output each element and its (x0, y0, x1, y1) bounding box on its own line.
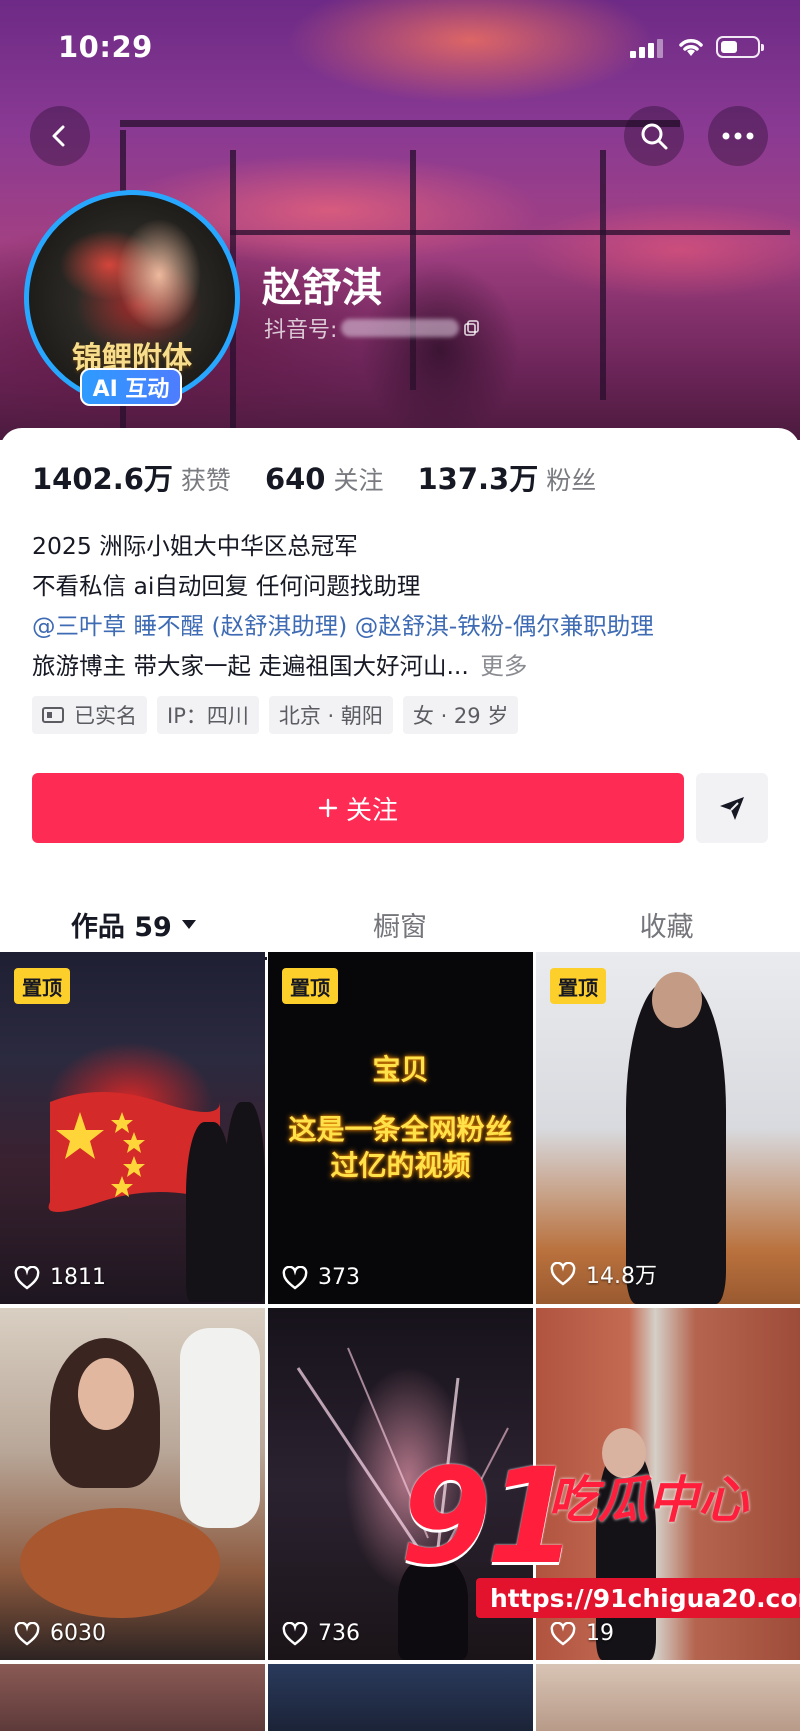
pinned-badge: 置顶 (550, 968, 606, 1004)
like-count: 14.8万 (550, 1258, 657, 1290)
share-icon (720, 797, 744, 820)
bio-more-button[interactable]: 更多 (480, 652, 527, 680)
like-count-value: 6030 (50, 1621, 106, 1646)
bio-line: 2025 洲际小姐大中华区总冠军 (32, 532, 358, 560)
like-count-value: 1811 (50, 1265, 106, 1290)
tab-favorites[interactable]: 收藏 (533, 888, 800, 960)
caret-down-icon (181, 919, 196, 929)
like-count: 6030 (14, 1621, 106, 1646)
profile-name: 赵舒淇 (262, 265, 382, 311)
back-button[interactable] (30, 106, 90, 166)
heart-icon (14, 1621, 40, 1646)
video-overlay-text: 这是一条全网粉丝 (288, 1113, 513, 1146)
likes-count: 1402.6万 (32, 462, 173, 496)
heart-icon (282, 1265, 308, 1290)
id-card-icon (42, 707, 64, 723)
like-count-value: 373 (318, 1265, 360, 1290)
pinned-badge: 置顶 (14, 968, 70, 1004)
content-tabs: 作品 59 橱窗 收藏 (0, 888, 800, 960)
heart-icon (282, 1621, 308, 1646)
video-overlay-text: 过亿的视频 (330, 1149, 471, 1182)
more-button[interactable] (708, 106, 768, 166)
tab-showcase[interactable]: 橱窗 (267, 888, 534, 960)
more-icon (722, 132, 754, 140)
ip-tag: IP：四川 (157, 696, 259, 734)
video-thumbnail[interactable]: 宝贝 这是一条全网粉丝 过亿的视频 置顶 373 (268, 952, 533, 1304)
battery-icon (716, 36, 764, 58)
follow-button[interactable]: 关注 (32, 773, 684, 843)
bio-line: 不看私信 ai自动回复 任何问题找助理 (32, 572, 421, 600)
gender-age-tag: 女 · 29 岁 (402, 696, 519, 734)
follow-label: 关注 (345, 795, 398, 826)
like-count: 373 (282, 1265, 360, 1290)
back-icon (52, 125, 65, 147)
bio-line-text: 旅游博主 带大家一起 走遍祖国大好河山... (32, 652, 469, 680)
status-bar: 10:29 (0, 0, 800, 96)
wifi-icon (679, 39, 703, 56)
video-thumbnail[interactable]: 置顶 14.8万 (536, 952, 800, 1304)
douyin-id-label: 抖音号: (264, 318, 338, 343)
verified-tag: 已实名 (32, 696, 147, 734)
tab-works[interactable]: 作品 59 (0, 888, 267, 960)
ai-interact-badge[interactable]: AI 互动 (80, 368, 182, 406)
followers-count[interactable]: 137.3万 (418, 456, 539, 498)
following-label[interactable]: 关注 (333, 461, 383, 497)
stats-row: 1402.6万 获赞 640 关注 137.3万 粉丝 (32, 456, 630, 498)
mention-link[interactable]: @赵舒淇-铁粉-偶尔兼职助理 (355, 612, 654, 640)
video-thumbnail[interactable] (536, 1664, 800, 1731)
bio-line: 旅游博主 带大家一起 走遍祖国大好河山... 更多 (32, 646, 654, 686)
like-count: 19 (550, 1621, 614, 1646)
tag-label: 已实名 (74, 704, 137, 728)
followers-label[interactable]: 粉丝 (546, 461, 596, 497)
bio-mentions: @三叶草 睡不醒 (赵舒淇助理) @赵舒淇-铁粉-偶尔兼职助理 (32, 606, 654, 646)
like-count-value: 14.8万 (586, 1264, 657, 1289)
tab-label: 作品 59 (70, 911, 172, 943)
video-thumbnail[interactable]: 置顶 1811 (0, 952, 265, 1304)
like-count: 736 (282, 1621, 360, 1646)
bio: 2025 洲际小姐大中华区总冠军 不看私信 ai自动回复 任何问题找助理 @三叶… (32, 526, 654, 686)
video-thumbnail[interactable]: 6030 (0, 1308, 265, 1660)
like-count-value: 19 (586, 1621, 614, 1646)
video-thumbnail[interactable] (0, 1664, 265, 1731)
signal-icon (630, 38, 664, 58)
share-button[interactable] (696, 773, 768, 843)
douyin-id-redacted (341, 319, 460, 337)
likes-label: 获赞 (180, 466, 231, 495)
heart-icon (550, 1621, 576, 1646)
profile-tags: 已实名 IP：四川 北京 · 朝阳 女 · 29 岁 (32, 696, 519, 734)
pinned-badge: 置顶 (282, 968, 338, 1004)
tab-label: 橱窗 (373, 911, 427, 943)
watermark-text: 吃瓜中心 (548, 1471, 748, 1529)
watermark-number: 91 (400, 1440, 578, 1594)
heart-icon (550, 1262, 576, 1286)
search-icon (641, 123, 668, 150)
like-count-value: 736 (318, 1621, 360, 1646)
tab-label: 收藏 (639, 911, 694, 943)
video-thumbnail[interactable] (268, 1664, 533, 1731)
watermark-url: https://91chigua20.com (476, 1578, 800, 1618)
copy-icon[interactable] (463, 319, 481, 337)
following-count[interactable]: 640 (265, 462, 326, 496)
plus-icon (318, 798, 338, 818)
mention-link[interactable]: @三叶草 睡不醒 (赵舒淇助理) (32, 612, 347, 640)
search-button[interactable] (624, 106, 684, 166)
douyin-id: 抖音号: (264, 312, 481, 344)
status-time: 10:29 (58, 30, 153, 64)
like-count: 1811 (14, 1265, 106, 1290)
video-overlay-text: 宝贝 (372, 1053, 429, 1086)
location-tag: 北京 · 朝阳 (268, 696, 393, 734)
heart-icon (14, 1265, 40, 1290)
